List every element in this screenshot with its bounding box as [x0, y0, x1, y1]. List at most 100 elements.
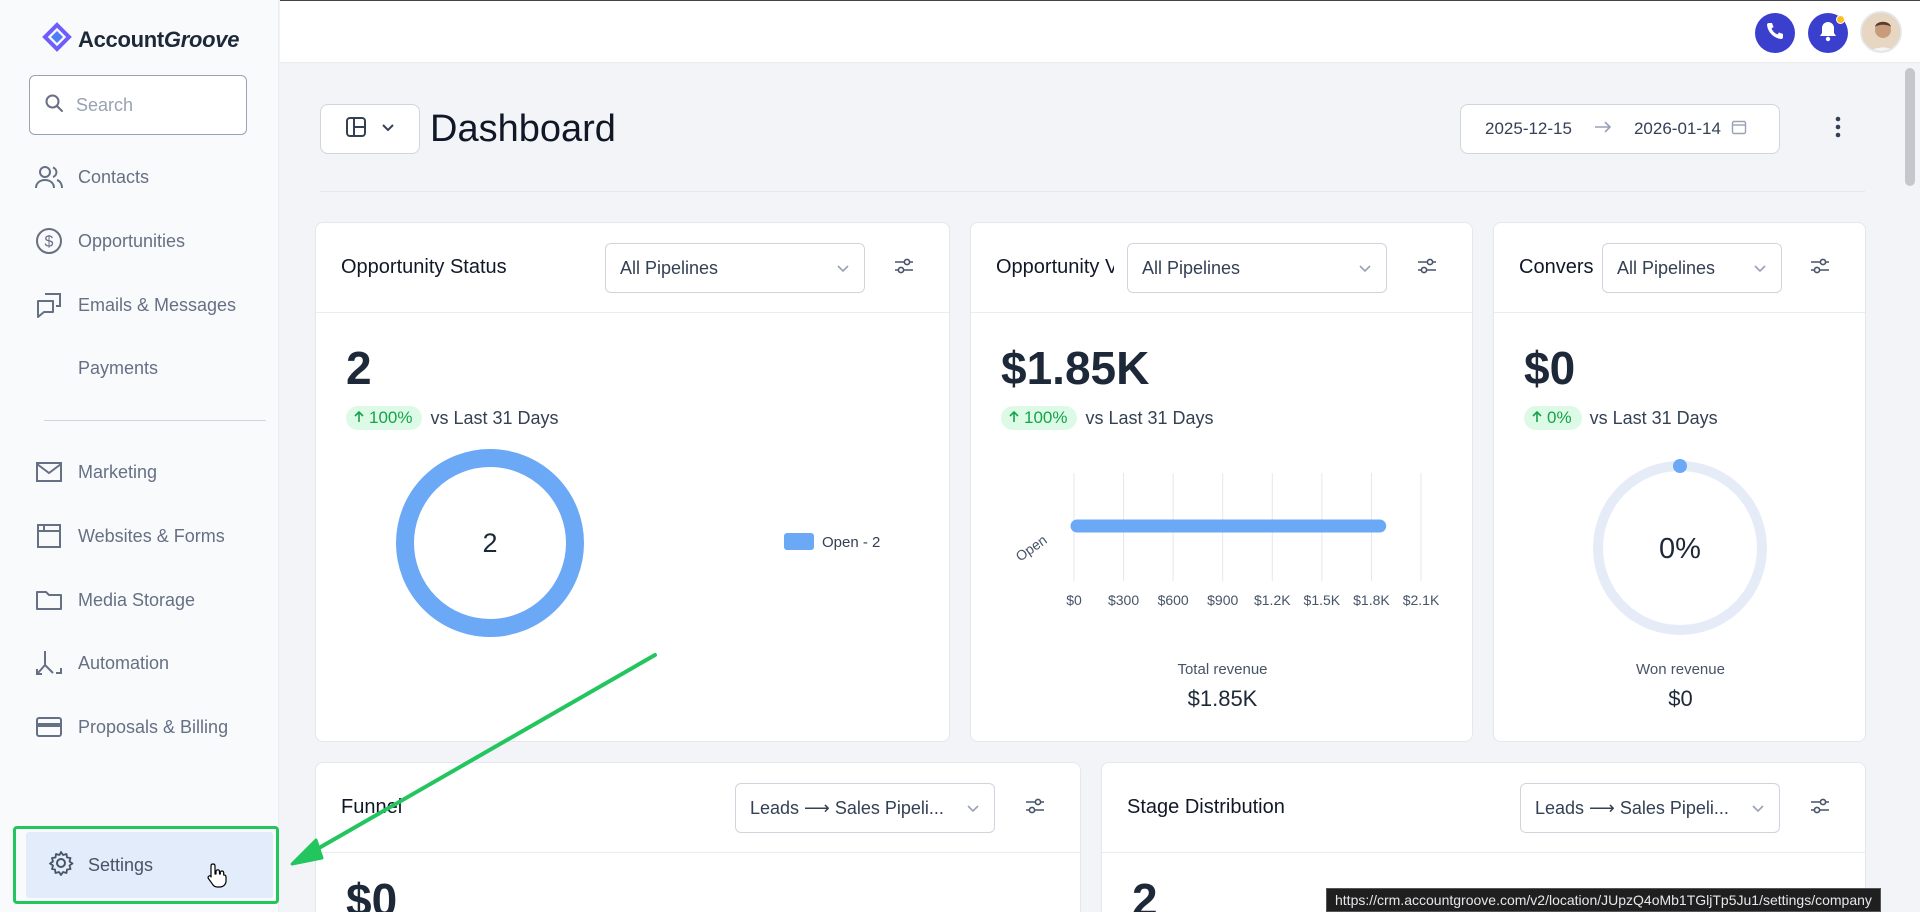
- gauge-center-label: 0%: [1659, 533, 1701, 565]
- filter-settings-button[interactable]: [1023, 796, 1047, 820]
- sliders-icon: [1810, 258, 1830, 279]
- trend-badge: 100%: [1001, 406, 1078, 430]
- sidebar-item-media[interactable]: Media Storage: [34, 580, 195, 620]
- sidebar-item-label: Opportunities: [78, 230, 186, 251]
- arrow-right-icon: [1594, 119, 1612, 139]
- link-preview-url: https://crm.accountgroove.com/v2/locatio…: [1326, 888, 1881, 912]
- sidebar-item-label: Websites & Forms: [78, 525, 225, 546]
- credit-card-icon: [34, 712, 64, 742]
- y-category-label: Open: [1013, 532, 1050, 565]
- notification-dot: [1836, 15, 1845, 24]
- brand-logo[interactable]: AccountGroove: [42, 22, 239, 57]
- sidebar-item-label: Marketing: [78, 461, 158, 482]
- accountgroove-logo-icon: [42, 22, 72, 57]
- user-avatar[interactable]: [1860, 11, 1902, 53]
- hand-cursor-icon: [206, 862, 228, 893]
- page-scrollbar[interactable]: [1900, 63, 1920, 912]
- opportunity-status-donut: 2 Open - 2: [396, 449, 880, 637]
- sidebar-item-opportunities[interactable]: $ Opportunities: [34, 221, 185, 261]
- chat-icon: [34, 290, 64, 320]
- notifications-button[interactable]: [1808, 13, 1848, 53]
- sidebar-divider: [44, 420, 266, 421]
- chevron-down-icon: [1753, 258, 1767, 279]
- website-icon: [34, 521, 64, 551]
- settings-highlight: Settings: [13, 826, 279, 904]
- more-options-button[interactable]: [1820, 104, 1856, 154]
- sliders-icon: [1025, 798, 1045, 819]
- search-input[interactable]: [76, 94, 226, 116]
- gauge-progress-marker: [1673, 459, 1687, 473]
- svg-text:$: $: [45, 234, 54, 251]
- chart-footer-label: Won revenue: [1636, 661, 1725, 678]
- pipeline-select[interactable]: Leads ⟶ Sales Pipeli...: [1520, 783, 1780, 833]
- filter-settings-button[interactable]: [1808, 256, 1832, 280]
- trend-compare-label: vs Last 31 Days: [1085, 407, 1214, 428]
- pipeline-select[interactable]: All Pipelines: [605, 243, 865, 293]
- pipeline-select[interactable]: Leads ⟶ Sales Pipeli...: [735, 783, 995, 833]
- pipeline-select-value: All Pipelines: [1142, 257, 1241, 278]
- sidebar-item-marketing[interactable]: Marketing: [34, 452, 157, 492]
- kpi-value: 2: [346, 342, 372, 394]
- card-header: Conversion Rate All Pipelines: [1494, 223, 1865, 313]
- gear-icon: [48, 850, 74, 881]
- arrow-up-icon: [1009, 408, 1019, 428]
- pipeline-select[interactable]: All Pipelines: [1602, 243, 1782, 293]
- card-header: Funnel Leads ⟶ Sales Pipeli...: [316, 763, 1080, 853]
- search-box[interactable]: [29, 75, 247, 135]
- card-header: Stage Distribution Leads ⟶ Sales Pipeli.…: [1102, 763, 1865, 853]
- dashboard-layout-selector[interactable]: [320, 104, 420, 154]
- pipeline-select-value: All Pipelines: [1617, 257, 1716, 278]
- calendar-icon: [1731, 119, 1747, 140]
- sidebar-item-label: Payments: [78, 357, 159, 378]
- sidebar-item-payments[interactable]: Payments: [34, 348, 158, 388]
- sliders-icon: [1810, 798, 1830, 819]
- scrollbar-thumb[interactable]: [1905, 68, 1915, 186]
- filter-settings-button[interactable]: [1808, 796, 1832, 820]
- sliders-icon: [894, 258, 914, 279]
- pipeline-select-value: Leads ⟶ Sales Pipeli...: [1535, 797, 1729, 818]
- legend-label: Open - 2: [822, 534, 880, 551]
- card-header: Opportunity Value All Pipelines: [971, 223, 1472, 313]
- date-start[interactable]: 2025-12-15: [1485, 119, 1572, 139]
- sidebar-item-label: Proposals & Billing: [78, 716, 229, 737]
- search-icon: [44, 93, 64, 118]
- sliders-icon: [1417, 258, 1437, 279]
- phone-button[interactable]: [1755, 13, 1795, 53]
- mail-icon: [34, 457, 64, 487]
- sidebar-item-contacts[interactable]: Contacts: [34, 157, 149, 197]
- trend-compare-label: vs Last 31 Days: [1589, 407, 1718, 428]
- contacts-icon: [34, 162, 64, 192]
- filter-settings-button[interactable]: [892, 256, 916, 280]
- date-range-picker[interactable]: 2025-12-15 2026-01-14: [1460, 104, 1780, 154]
- sidebar-item-proposals[interactable]: Proposals & Billing: [34, 707, 228, 747]
- chevron-down-icon: [966, 798, 980, 819]
- top-bar: [280, 0, 1920, 63]
- kpi-value: 2: [1132, 874, 1158, 912]
- opportunity-status-card: Opportunity Status All Pipelines 2 100% …: [315, 222, 950, 742]
- pipeline-select-value: All Pipelines: [620, 257, 719, 278]
- date-end[interactable]: 2026-01-14: [1634, 119, 1721, 139]
- automation-icon: [34, 648, 64, 678]
- pipeline-select[interactable]: All Pipelines: [1127, 243, 1387, 293]
- chart-footer-value: $0: [1668, 686, 1693, 711]
- header-divider: [320, 191, 1865, 192]
- card-header: Opportunity Status All Pipelines: [316, 223, 949, 313]
- kpi-trend: 0% vs Last 31 Days: [1524, 406, 1718, 430]
- sidebar-item-label: Settings: [88, 854, 154, 875]
- sidebar-item-websites[interactable]: Websites & Forms: [34, 516, 225, 556]
- chevron-down-icon: [836, 258, 850, 279]
- sidebar-item-automation[interactable]: Automation: [34, 643, 169, 683]
- brand-name-prefix: Account: [78, 26, 164, 52]
- sidebar-item-emails[interactable]: Emails & Messages: [34, 285, 236, 325]
- chevron-down-icon: [1358, 258, 1372, 279]
- filter-settings-button[interactable]: [1415, 256, 1439, 280]
- card-title: Opportunity Value: [996, 256, 1114, 278]
- card-title: Opportunity Status: [341, 256, 507, 278]
- sidebar-item-label: Emails & Messages: [78, 294, 237, 315]
- sidebar-item-settings[interactable]: Settings: [26, 832, 273, 898]
- trend-badge: 0%: [1524, 406, 1582, 430]
- trend-percent: 0%: [1547, 408, 1572, 427]
- pipeline-select-value: Leads ⟶ Sales Pipeli...: [750, 797, 944, 818]
- chevron-down-icon: [381, 120, 395, 138]
- chevron-down-icon: [1751, 798, 1765, 819]
